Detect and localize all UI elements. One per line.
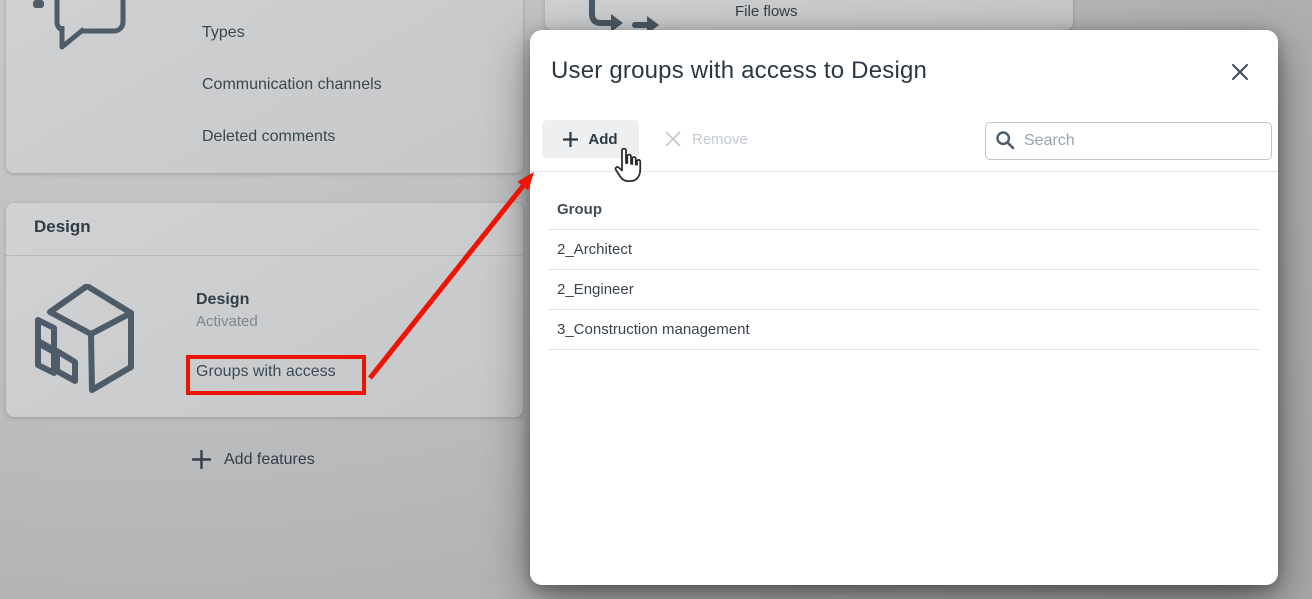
add-features-label: Add features [224,451,315,469]
link-deleted-comments[interactable]: Deleted comments [202,128,335,146]
remove-button[interactable]: Remove [665,120,748,158]
dialog-close-button[interactable] [1226,58,1254,86]
search-input[interactable] [985,122,1272,160]
comments-feature-card: Types Communication channels Deleted com… [6,0,523,173]
design-cube-icon [35,284,140,396]
design-feature-status: Activated [196,313,258,330]
design-section-card: Design Design Activated Groups with acce… [6,203,523,417]
link-communication-channels[interactable]: Communication channels [202,76,382,94]
groups-table: Group 2_Architect 2_Engineer 3_Construct… [548,190,1260,350]
close-icon [1231,63,1249,81]
table-row[interactable]: 2_Architect [548,230,1260,270]
dialog-title: User groups with access to Design [551,57,927,85]
user-groups-dialog: User groups with access to Design Add Re… [530,30,1278,585]
design-section-header: Design [34,217,91,237]
groups-with-access-link[interactable]: Groups with access [196,363,336,381]
add-features-button[interactable]: Add features [192,450,315,469]
plus-icon [192,450,211,469]
design-section-divider [6,255,523,256]
comment-bubble-icon [28,0,128,50]
column-header-group: Group [548,190,1260,230]
remove-x-icon [665,131,681,147]
remove-button-label: Remove [692,131,748,148]
toolbar-divider [530,171,1278,172]
search-box [985,122,1272,160]
add-button-label: Add [588,131,617,148]
search-icon [995,130,1015,150]
file-flows-card: File flows [545,0,1073,30]
page-background: Types Communication channels Deleted com… [0,0,1312,599]
file-flows-label: File flows [735,3,798,20]
add-button[interactable]: Add [542,120,639,158]
table-row[interactable]: 3_Construction management [548,310,1260,350]
plus-icon [563,132,578,147]
design-feature-title: Design [196,291,249,309]
table-row[interactable]: 2_Engineer [548,270,1260,310]
file-flows-icon [583,0,673,30]
link-types[interactable]: Types [202,24,245,42]
